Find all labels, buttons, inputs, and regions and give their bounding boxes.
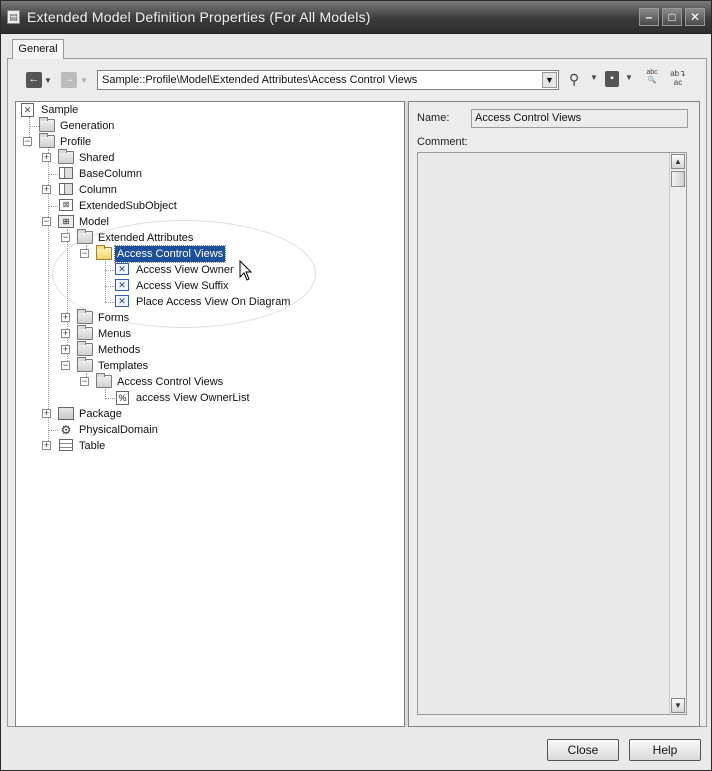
scroll-down-icon[interactable]: ▼: [671, 698, 685, 713]
folder-icon: [39, 133, 55, 148]
help-button[interactable]: Help: [629, 739, 701, 761]
forward-dropdown-icon[interactable]: ▼: [80, 72, 88, 88]
table-icon: [59, 439, 73, 451]
collapse-icon[interactable]: −: [23, 137, 32, 146]
attribute-icon: ✕: [115, 263, 129, 275]
expand-icon[interactable]: +: [42, 153, 51, 162]
folder-icon: [77, 357, 93, 372]
maximize-button[interactable]: □: [662, 8, 682, 26]
app-icon: ▤: [7, 10, 20, 24]
package-icon: [58, 407, 74, 420]
expand-icon[interactable]: +: [61, 313, 70, 322]
back-arrow-icon[interactable]: ←: [26, 72, 42, 88]
search-icon[interactable]: ⚲: [569, 70, 585, 88]
expand-icon[interactable]: +: [61, 329, 70, 338]
template-icon: %: [116, 391, 129, 405]
expand-icon[interactable]: +: [61, 345, 70, 354]
title-bar[interactable]: ▤ Extended Model Definition Properties (…: [1, 1, 711, 34]
comment-label: Comment:: [417, 136, 468, 148]
name-field[interactable]: Access Control Views: [471, 109, 688, 128]
comment-scrollbar[interactable]: ▲ ▼: [669, 153, 686, 714]
folder-icon: [77, 341, 93, 356]
folder-open-icon: [77, 229, 93, 244]
expand-icon[interactable]: +: [42, 409, 51, 418]
close-button[interactable]: Close: [547, 739, 619, 761]
collapse-icon[interactable]: −: [61, 233, 70, 242]
attribute-icon: ✕: [115, 279, 129, 291]
expand-icon[interactable]: +: [42, 441, 51, 450]
forward-arrow-icon[interactable]: →: [61, 72, 77, 88]
tab-general[interactable]: General: [12, 39, 64, 59]
folder-icon: [77, 309, 93, 324]
name-label: Name:: [417, 112, 450, 124]
comment-textarea[interactable]: ▲ ▼: [417, 152, 687, 715]
scroll-thumb[interactable]: [671, 171, 685, 187]
folder-open-icon: [96, 245, 112, 260]
save-dropdown-icon[interactable]: ▼: [625, 73, 633, 87]
mouse-cursor-icon: [239, 260, 253, 281]
collapse-icon[interactable]: −: [80, 249, 89, 258]
folder-icon: [77, 325, 93, 340]
window-title: Extended Model Definition Properties (Fo…: [27, 9, 371, 25]
collapse-icon[interactable]: −: [61, 361, 70, 370]
expand-icon[interactable]: +: [42, 185, 51, 194]
model-icon: ⊞: [58, 215, 74, 228]
path-text: Sample::Profile\Model\Extended Attribute…: [102, 74, 418, 86]
properties-window: ▤ Extended Model Definition Properties (…: [0, 0, 712, 771]
column-icon: [59, 167, 73, 179]
collapse-icon[interactable]: −: [80, 377, 89, 386]
model-definition-icon: ✕: [21, 103, 34, 117]
domain-icon: ⚙: [60, 423, 72, 437]
save-icon[interactable]: ▪: [605, 71, 619, 87]
minimize-button[interactable]: –: [639, 8, 659, 26]
replace-icon[interactable]: ab↴ ac: [668, 69, 688, 89]
sub-object-icon: ⊠: [59, 199, 73, 211]
attribute-icon: ✕: [115, 295, 129, 307]
column-icon: [59, 183, 73, 195]
path-combobox[interactable]: Sample::Profile\Model\Extended Attribute…: [97, 70, 559, 90]
folder-icon: [96, 373, 112, 388]
search-dropdown-icon[interactable]: ▼: [590, 73, 598, 87]
scroll-up-icon[interactable]: ▲: [671, 154, 685, 169]
back-dropdown-icon[interactable]: ▼: [44, 72, 52, 88]
close-window-button[interactable]: ✕: [685, 8, 705, 26]
folder-icon: [39, 117, 55, 132]
collapse-icon[interactable]: −: [42, 217, 51, 226]
spell-check-icon[interactable]: abc 🔍: [643, 69, 661, 89]
folder-icon: [58, 149, 74, 164]
chevron-down-icon[interactable]: ▼: [542, 72, 557, 88]
